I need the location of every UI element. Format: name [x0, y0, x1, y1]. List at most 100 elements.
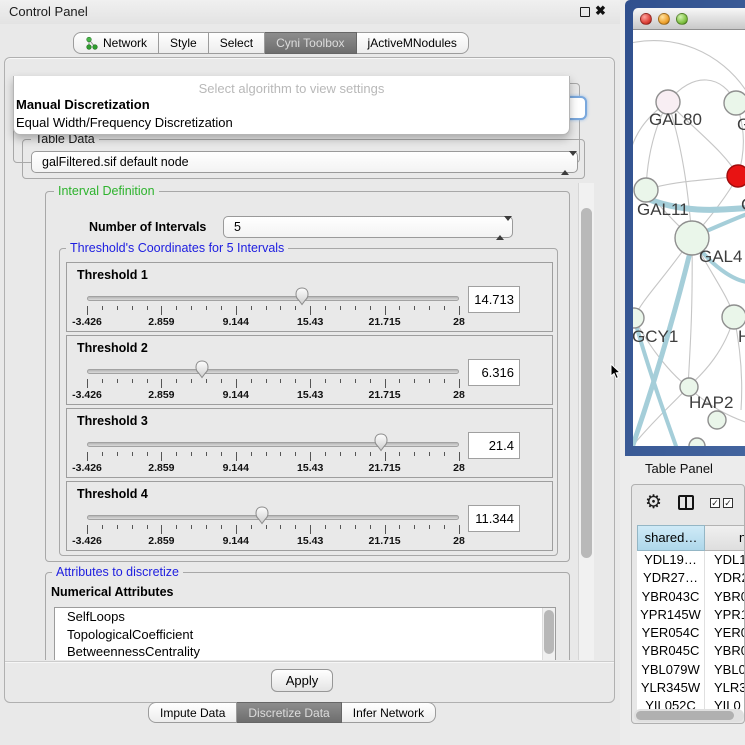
threshold-value-field[interactable]: 6.316: [468, 359, 520, 386]
column-header-2[interactable]: na: [705, 525, 745, 551]
num-intervals-value: 5: [234, 220, 241, 234]
zoom-traffic-light-icon[interactable]: [676, 13, 688, 25]
table-horizontal-scrollbar[interactable]: [634, 709, 744, 722]
float-window-icon[interactable]: [580, 7, 590, 17]
numerical-attributes-heading: Numerical Attributes: [51, 585, 173, 599]
table-cell: YLR3: [705, 679, 745, 697]
attribute-item-betweennesscentrality[interactable]: BetweennessCentrality: [55, 643, 555, 660]
node-table: shared…na YDL19…YDL1YDR27…YDR2YBR043CYBR…: [637, 525, 745, 716]
tab-impute-data[interactable]: Impute Data: [148, 702, 237, 723]
table-row[interactable]: YER054CYER0: [637, 624, 745, 642]
slider-scale-labels: -3.4262.8599.14415.4321.71528: [87, 316, 459, 328]
slider-track[interactable]: [87, 515, 459, 520]
threshold-value-field[interactable]: 11.344: [468, 505, 520, 532]
bottom-tab-bar: Impute Data Discretize Data Infer Network: [148, 702, 436, 723]
divider: [5, 661, 614, 663]
num-intervals-label: Number of Intervals: [89, 220, 206, 234]
table-cell: YBR0: [705, 588, 745, 606]
threshold-panel-2: Threshold 2-3.4262.8599.14415.4321.71528…: [66, 335, 553, 405]
tab-label: Select: [220, 36, 253, 50]
table-panel-card: ⚙ ✓ ✓ shared…na YDL19…YDL1YDR27…YDR2YBR0…: [631, 484, 745, 724]
algorithm-option-equal-width-frequency-discretization[interactable]: Equal Width/Frequency Discretization: [14, 114, 569, 132]
threshold-panel-3: Threshold 3 -3.4262.8599.14415.4321.71528…: [66, 408, 553, 478]
slider-ticks: [87, 452, 459, 462]
node-label-hap2: HAP2: [689, 393, 733, 413]
table-cell: YBL0: [705, 661, 745, 679]
table-cell: YLR345W: [637, 679, 705, 697]
slider-scale-labels: -3.4262.8599.14415.4321.71528: [87, 462, 459, 474]
table-row[interactable]: YBR043CYBR0: [637, 588, 745, 606]
tab-style[interactable]: Style: [159, 32, 209, 54]
tab-label: Network: [103, 36, 147, 50]
slider-thumb[interactable]: [372, 433, 390, 452]
column-header-1[interactable]: shared…: [637, 525, 705, 551]
slider-scale-labels: -3.4262.8599.14415.4321.71528: [87, 389, 459, 401]
table-cell: YPR1: [705, 606, 745, 624]
attribute-item-selfloops[interactable]: SelfLoops: [55, 608, 555, 626]
minimize-traffic-light-icon[interactable]: [658, 13, 670, 25]
apply-button[interactable]: Apply: [271, 669, 333, 692]
attributes-list[interactable]: SelfLoopsTopologicalCoefficientBetweenne…: [54, 607, 556, 660]
slider-ticks: [87, 306, 459, 316]
table-row[interactable]: YBR045CYBR0: [637, 642, 745, 660]
thresholds-group-title: Threshold's Coordinates for 5 Intervals: [66, 241, 288, 255]
num-intervals-combobox[interactable]: 5: [223, 216, 513, 238]
slider-thumb[interactable]: [293, 287, 311, 306]
node-label-h: H: [738, 327, 745, 347]
table-row[interactable]: YBL079WYBL0: [637, 661, 745, 679]
tab-select[interactable]: Select: [209, 32, 265, 54]
network-view[interactable]: GAL80GCGAL11GAL4GCY1HHAP2: [633, 30, 745, 446]
table-row[interactable]: YLR345WYLR3: [637, 679, 745, 697]
tab-infer-network[interactable]: Infer Network: [342, 702, 436, 723]
table-cell: YBR0: [705, 642, 745, 660]
slider-ticks: [87, 525, 459, 535]
table-row[interactable]: YDR27…YDR2: [637, 569, 745, 587]
slider-thumb[interactable]: [253, 506, 271, 525]
split-pane-icon[interactable]: [678, 495, 694, 510]
attributes-scrollbar[interactable]: [542, 608, 555, 660]
algorithm-option-manual-discretization[interactable]: Manual Discretization: [14, 96, 569, 114]
tab-cyni-toolbox[interactable]: Cyni Toolbox: [265, 32, 356, 54]
slider-track[interactable]: [87, 442, 459, 447]
slider-scale-labels: -3.4262.8599.14415.4321.71528: [87, 535, 459, 547]
tab-label: Discretize Data: [248, 706, 329, 720]
table-hscroll-thumb[interactable]: [636, 711, 734, 720]
checkbox-icon[interactable]: ✓: [723, 498, 733, 508]
threshold-panel-4: Threshold 4-3.4262.8599.14415.4321.71528…: [66, 481, 553, 551]
slider-track[interactable]: [87, 369, 459, 374]
gear-icon[interactable]: ⚙: [645, 493, 662, 512]
attribute-item-topologicalcoefficient[interactable]: TopologicalCoefficient: [55, 626, 555, 644]
close-icon[interactable]: ✖: [595, 3, 606, 19]
table-cell: YER0: [705, 624, 745, 642]
node-label-gcy1: GCY1: [633, 327, 678, 347]
tab-jactivemnodules[interactable]: jActiveMNodules: [357, 32, 469, 54]
threshold-value-field[interactable]: 14.713: [468, 286, 520, 313]
table-panel-title: Table Panel: [645, 461, 713, 476]
control-panel-titlebar: Control Panel ✖: [0, 0, 620, 24]
table-cell: YDR27…: [637, 569, 705, 587]
slider-thumb[interactable]: [193, 360, 211, 379]
control-panel: Control Panel ✖ Network Style Select Cyni T…: [0, 0, 620, 745]
tab-discretize-data[interactable]: Discretize Data: [237, 702, 341, 723]
threshold-label: Threshold 3: [77, 414, 148, 428]
table-row[interactable]: YDL19…YDL1: [637, 551, 745, 569]
checkbox-icon[interactable]: ✓: [710, 498, 720, 508]
tab-label: Style: [170, 36, 197, 50]
tab-network[interactable]: Network: [73, 32, 159, 54]
network-icon: [85, 36, 99, 50]
table-cell: YDL1: [705, 551, 745, 569]
threshold-label: Threshold 1: [77, 268, 148, 282]
attributes-group-title: Attributes to discretize: [52, 565, 183, 579]
tab-label: Impute Data: [160, 706, 225, 720]
panel-scrollbar[interactable]: [578, 183, 594, 660]
tab-label: jActiveMNodules: [368, 36, 457, 50]
slider-track[interactable]: [87, 296, 459, 301]
threshold-value-field[interactable]: 21.4: [468, 432, 520, 459]
table-row[interactable]: YPR145WYPR1: [637, 606, 745, 624]
network-window-titlebar[interactable]: [633, 8, 745, 30]
close-traffic-light-icon[interactable]: [640, 13, 652, 25]
table-data-combobox[interactable]: galFiltered.sif default node: [31, 151, 578, 173]
threshold-panel-1: Threshold 1 -3.4262.8599.14415.4321.71528…: [66, 262, 553, 332]
tab-label: Cyni Toolbox: [276, 36, 344, 50]
panel-scrollbar-thumb[interactable]: [581, 208, 592, 558]
